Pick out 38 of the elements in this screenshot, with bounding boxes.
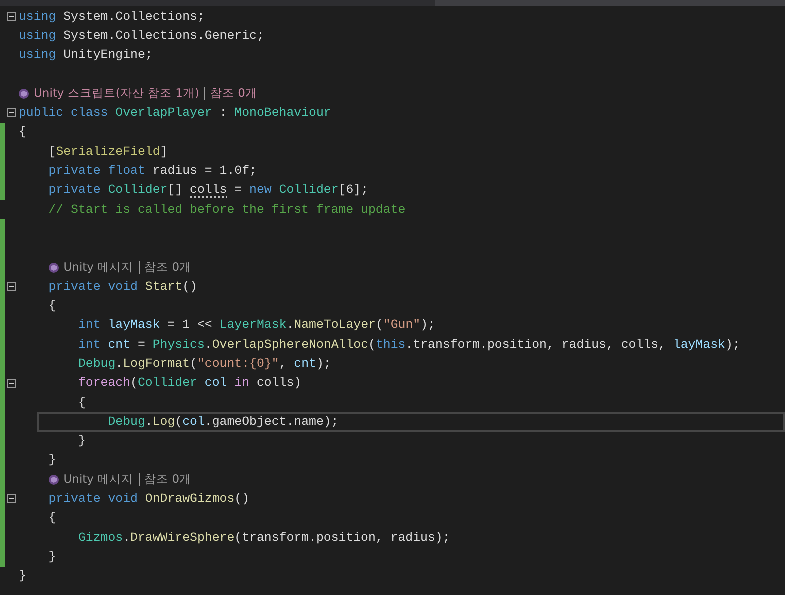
code-line: private float radius = 1.0f;: [48, 163, 257, 180]
code-line: {: [48, 510, 56, 528]
code-line: [SerializeField]: [48, 144, 168, 161]
code-line: int cnt = Physics.OverlapSphereNonAlloc(this.transform.position, radius, colls, layMask);: [77, 336, 740, 354]
code-line: // Start is called before the first frame update: [48, 202, 406, 219]
codelens-link[interactable]: 참조 0개: [144, 472, 192, 488]
code-line: private void OnDrawGizmos(): [48, 491, 250, 508]
code-line: }: [48, 548, 56, 566]
collapse-icon[interactable]: [7, 494, 16, 504]
code-line: {: [48, 298, 56, 316]
code-line: using UnityEngine;: [19, 47, 153, 64]
codelens-link[interactable]: 참조 0개: [210, 86, 258, 102]
collapse-icon[interactable]: [7, 12, 16, 21]
codelens-link[interactable]: 참조 0개: [144, 260, 192, 275]
code-line: {: [19, 124, 26, 142]
cube-icon: [48, 262, 59, 272]
code-line: }: [77, 433, 86, 450]
code-line: }: [48, 452, 56, 470]
code-line: int layMask = 1 << LayerMask.NameToLayer("Gun");: [77, 317, 436, 334]
code-line: public class OverlapPlayer : MonoBehaviour: [19, 105, 332, 122]
collapse-icon[interactable]: [7, 378, 16, 388]
code-line: Debug.LogFormat("count:{0}", cnt);: [77, 356, 332, 373]
code-line: }: [19, 568, 26, 586]
code-line: private Collider[] colls = new Collider[6];: [48, 182, 369, 200]
code-line: Gizmos.DrawWireSphere(transform.position, radius);: [77, 530, 450, 547]
codelens-link[interactable]: Unity 스크립트(자산 참조 1개): [34, 86, 200, 102]
code-line: {: [77, 394, 86, 412]
collapse-icon[interactable]: [7, 108, 16, 118]
code-line: foreach(Collider col in colls): [77, 375, 302, 392]
cube-icon: [19, 88, 29, 99]
code-line: using System.Collections.Generic;: [19, 28, 264, 45]
codelens-link[interactable]: Unity 메시지: [64, 472, 134, 488]
codelens-link[interactable]: Unity 메시지: [64, 260, 134, 275]
code-line: Debug.Log(col.gameObject.name);: [107, 414, 339, 431]
code-line: private void Start(): [48, 278, 198, 296]
collapse-icon[interactable]: [7, 282, 16, 292]
code-line: using System.Collections;: [19, 8, 205, 26]
cube-icon: [48, 474, 59, 485]
